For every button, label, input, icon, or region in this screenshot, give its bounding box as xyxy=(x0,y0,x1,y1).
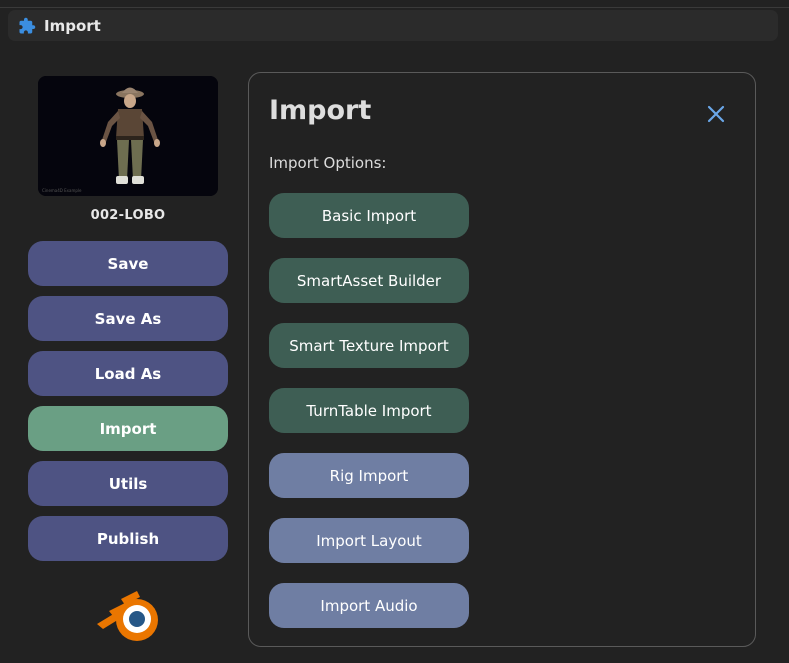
window-titlebar: Import xyxy=(8,10,778,41)
save-button[interactable]: Save xyxy=(28,241,228,286)
blender-logo xyxy=(97,591,158,641)
close-icon[interactable] xyxy=(705,103,727,125)
basic-import-button[interactable]: Basic Import xyxy=(269,193,469,238)
window-title: Import xyxy=(44,17,101,35)
character-preview-image xyxy=(38,76,218,196)
panel-title: Import xyxy=(269,95,372,126)
rig-import-button[interactable]: Rig Import xyxy=(269,453,469,498)
utils-button[interactable]: Utils xyxy=(28,461,228,506)
import-options-label: Import Options: xyxy=(269,154,387,172)
publish-button[interactable]: Publish xyxy=(28,516,228,561)
import-panel: Import Import Options: Basic Import Smar… xyxy=(248,72,756,647)
save-as-button[interactable]: Save As xyxy=(28,296,228,341)
top-divider xyxy=(0,7,789,8)
smartasset-builder-button[interactable]: SmartAsset Builder xyxy=(269,258,469,303)
puzzle-piece-icon xyxy=(19,17,36,34)
asset-thumbnail[interactable]: Cinema4D Example xyxy=(38,76,218,196)
asset-name: 002-LOBO xyxy=(90,208,166,223)
import-audio-button[interactable]: Import Audio xyxy=(269,583,469,628)
smart-texture-import-button[interactable]: Smart Texture Import xyxy=(269,323,469,368)
thumbnail-caption: Cinema4D Example xyxy=(42,188,82,193)
turntable-import-button[interactable]: TurnTable Import xyxy=(269,388,469,433)
load-as-button[interactable]: Load As xyxy=(28,351,228,396)
import-button[interactable]: Import xyxy=(28,406,228,451)
import-layout-button[interactable]: Import Layout xyxy=(269,518,469,563)
